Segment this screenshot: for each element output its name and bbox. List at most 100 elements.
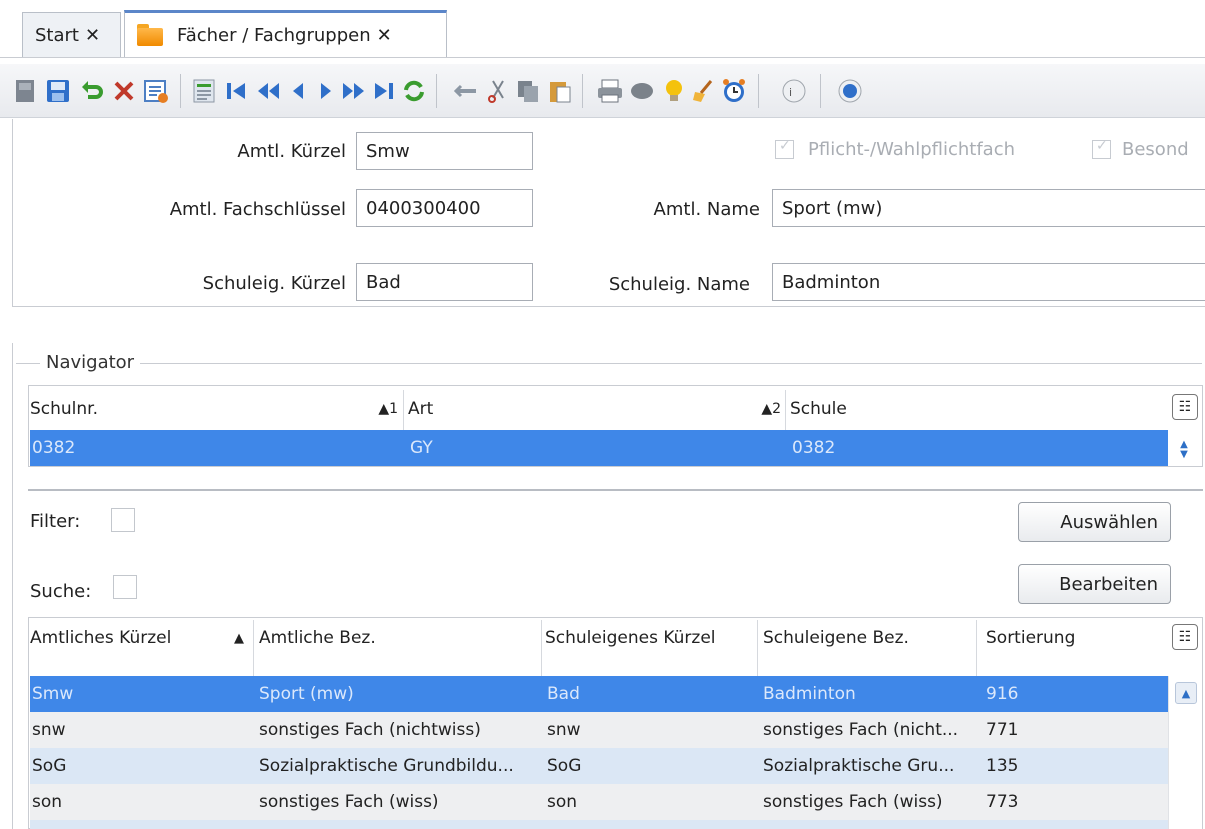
toolbar-separator: [820, 74, 821, 108]
broom-icon[interactable]: [690, 77, 718, 105]
tab-faecher[interactable]: Fächer / Fachgruppen ✕: [124, 10, 447, 57]
column-separator: [976, 620, 977, 676]
fachschluessel-label: Amtl. Fachschlüssel: [169, 199, 346, 220]
toolbar-separator: [180, 74, 181, 108]
column-header-schule[interactable]: Schule: [790, 390, 1150, 428]
amtl-name-label: Amtl. Name: [653, 199, 760, 220]
refresh-icon[interactable]: [400, 77, 428, 105]
column-header-amtliche-bez[interactable]: Amtliche Bez.: [259, 619, 539, 657]
prev-icon[interactable]: [284, 77, 312, 105]
column-header-schuleigene-bez[interactable]: Schuleigene Bez.: [763, 619, 973, 657]
cut-icon[interactable]: [484, 77, 512, 105]
copy-icon[interactable]: [514, 77, 542, 105]
alarm-icon[interactable]: [720, 77, 748, 105]
column-chooser-icon[interactable]: ☷: [1172, 624, 1198, 650]
navigator-group-line: [16, 363, 1202, 364]
column-label: Schuleigene Bez.: [763, 628, 909, 648]
navigator-title: Navigator: [40, 352, 141, 373]
scroll-up-icon[interactable]: ▲: [1175, 682, 1197, 704]
list-icon[interactable]: [142, 77, 170, 105]
fachschluessel-field[interactable]: 0400300400: [356, 189, 533, 227]
table-cell: snw: [547, 720, 581, 740]
svg-text:i: i: [789, 86, 792, 99]
edit-button[interactable]: Bearbeiten: [1018, 564, 1171, 604]
help-icon[interactable]: [836, 77, 864, 105]
next-icon[interactable]: [312, 77, 340, 105]
table-cell: 916: [986, 684, 1019, 704]
column-label: Amtliche Bez.: [259, 628, 376, 648]
column-label: Sortierung: [986, 628, 1076, 648]
column-separator: [253, 620, 254, 676]
select-button[interactable]: Auswählen: [1018, 502, 1171, 542]
fast-forward-icon[interactable]: [340, 77, 368, 105]
filter-checkbox[interactable]: [111, 508, 135, 532]
first-record-icon[interactable]: [12, 77, 40, 105]
table-cell: sonstiges Fach (nicht...: [763, 720, 959, 740]
table-cell: 773: [986, 792, 1019, 812]
table-row[interactable]: [30, 820, 1168, 829]
table-cell: sonstiges Fach (wiss): [763, 792, 943, 812]
column-label: Amtliches Kürzel: [30, 628, 172, 648]
column-label: Schule: [790, 399, 847, 419]
table-cell: sonstiges Fach (nichtwiss): [259, 720, 481, 740]
table-cell: 771: [986, 720, 1019, 740]
besond-label: Besond: [1122, 139, 1189, 160]
close-icon[interactable]: ✕: [85, 25, 100, 46]
last-icon[interactable]: [370, 77, 398, 105]
toolbar-separator: [436, 74, 437, 108]
amtl-name-field[interactable]: Sport (mw): [772, 189, 1205, 227]
amtl-kuerzel-label: Amtl. Kürzel: [237, 141, 346, 162]
rewind-icon[interactable]: [254, 77, 282, 105]
paste-icon[interactable]: [546, 77, 574, 105]
first-icon[interactable]: [222, 77, 250, 105]
column-label: Schulnr.: [30, 399, 99, 419]
column-header-art[interactable]: Art ▲2: [408, 390, 783, 428]
table-cell: Sozialpraktische Gru...: [763, 756, 955, 776]
column-header-sortierung[interactable]: Sortierung: [986, 619, 1146, 657]
search-label: Suche:: [30, 581, 92, 602]
back-arrow-icon[interactable]: [452, 77, 480, 105]
table-scrollbar[interactable]: ▲: [1168, 676, 1202, 829]
table-cell: snw: [32, 720, 66, 740]
close-icon[interactable]: ✕: [377, 25, 392, 46]
table-cell: Smw: [32, 684, 74, 704]
sort-indicator: ▲: [234, 630, 244, 646]
column-chooser-icon[interactable]: ☷: [1172, 394, 1198, 420]
search-checkbox[interactable]: [113, 575, 137, 599]
navigator-cell-schule: 0382: [792, 438, 836, 458]
tab-faecher-label: Fächer / Fachgruppen: [177, 24, 371, 46]
table-cell: SoG: [32, 756, 67, 776]
table-cell: sonstiges Fach (wiss): [259, 792, 439, 812]
schuleig-kuerzel-field[interactable]: Bad: [356, 263, 533, 301]
column-separator: [757, 620, 758, 676]
undo-icon[interactable]: [78, 77, 106, 105]
tab-start[interactable]: Start ✕: [22, 12, 121, 58]
hint-icon[interactable]: [660, 77, 688, 105]
pflicht-checkbox[interactable]: [775, 138, 794, 159]
filter-label: Filter:: [30, 511, 81, 532]
table-cell: son: [32, 792, 63, 812]
sort-indicator: ▲1: [378, 401, 398, 417]
navigator-cell-art: GY: [410, 438, 433, 458]
tab-bar: Start ✕ Fächer / Fachgruppen ✕: [0, 0, 1205, 58]
besond-checkbox[interactable]: [1092, 138, 1111, 159]
table-cell: SoG: [547, 756, 582, 776]
delete-icon[interactable]: [110, 77, 138, 105]
folder-icon: [137, 24, 163, 46]
column-header-amtliches-kuerzel[interactable]: Amtliches Kürzel ▲: [30, 619, 252, 657]
column-label: Art: [408, 399, 434, 419]
column-header-schuleigenes-kuerzel[interactable]: Schuleigenes Kürzel: [545, 619, 755, 657]
column-header-schulnr[interactable]: Schulnr. ▲1: [30, 390, 400, 428]
info-icon[interactable]: i: [780, 77, 808, 105]
print-icon[interactable]: [596, 77, 624, 105]
settings-icon[interactable]: [628, 77, 656, 105]
schuleig-name-field[interactable]: Badminton: [772, 263, 1205, 301]
table-cell: son: [547, 792, 578, 812]
amtl-kuerzel-field[interactable]: Smw: [356, 132, 533, 170]
table-cell: Badminton: [763, 684, 856, 704]
report-icon[interactable]: [190, 77, 218, 105]
navigator-scroll-icon[interactable]: ▲ ▼: [1174, 435, 1194, 465]
table-cell: Sozialpraktische Grundbildu...: [259, 756, 514, 776]
save-icon[interactable]: [44, 77, 72, 105]
pflicht-label: Pflicht-/Wahlpflichtfach: [808, 139, 1015, 160]
